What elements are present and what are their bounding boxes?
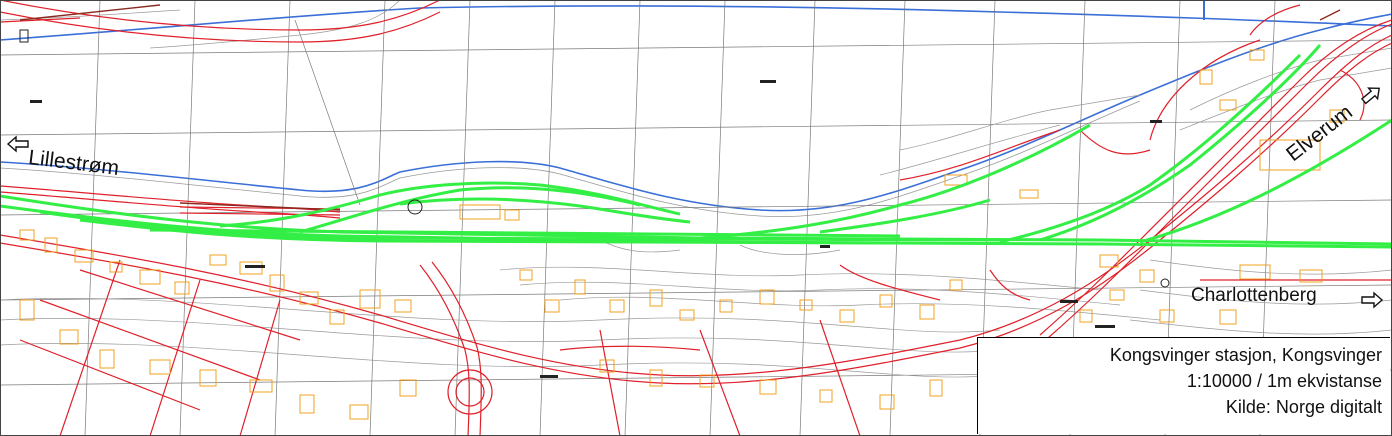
map-source: Kilde: Norge digitalt <box>1225 397 1382 417</box>
contour-lines <box>0 0 1392 378</box>
arrow-outline-icon <box>6 135 29 153</box>
map-view[interactable]: Lillestrøm Elverum Charlottenberg Kongsv… <box>0 0 1392 436</box>
map-title: Kongsvinger stasjon, Kongsvinger <box>1109 345 1382 365</box>
label-charlottenberg: Charlottenberg <box>1191 285 1317 306</box>
misc-features <box>19 4 1341 211</box>
map-scale: 1:10000 / 1m ekvistanse <box>1186 371 1382 391</box>
proposed-railway-tracks <box>0 44 1392 249</box>
map-info-box: Kongsvinger stasjon, Kongsvinger 1:10000… <box>977 337 1390 434</box>
arrow-outline-icon <box>1360 87 1381 105</box>
river <box>0 5 1392 218</box>
arrow-outline-icon <box>1361 291 1384 309</box>
